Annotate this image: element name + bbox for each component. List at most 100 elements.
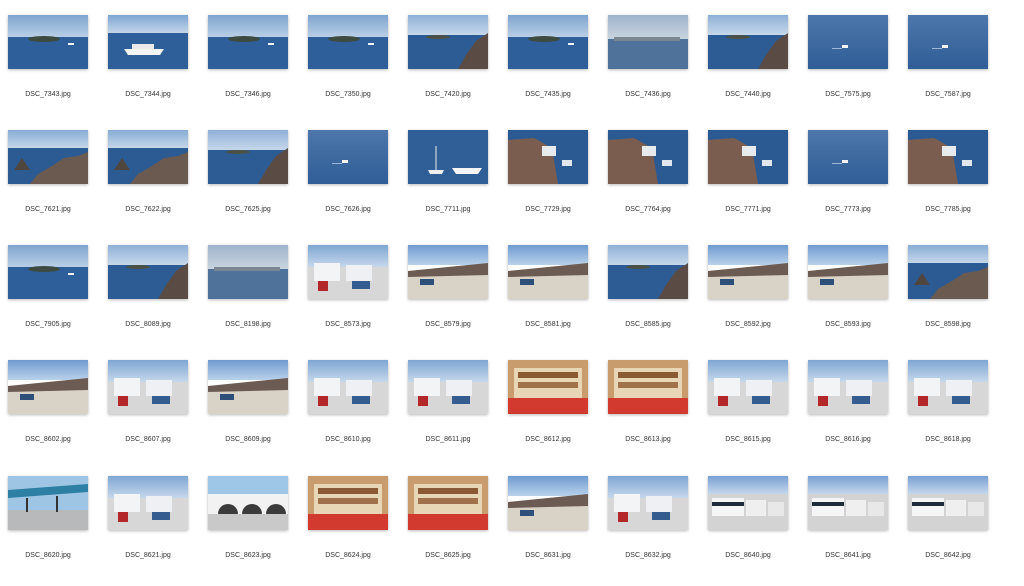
file-item[interactable]: DSC_7440.jpg: [700, 15, 800, 125]
thumbnail-image[interactable]: [908, 476, 988, 530]
thumbnail-image[interactable]: [308, 360, 388, 414]
thumbnail-image[interactable]: [308, 245, 388, 299]
file-item[interactable]: DSC_8618.jpg: [900, 360, 1000, 470]
thumbnail-image[interactable]: [808, 130, 888, 184]
file-name[interactable]: DSC_7771.jpg: [700, 206, 796, 213]
file-name[interactable]: DSC_8612.jpg: [500, 436, 596, 443]
file-item[interactable]: DSC_7343.jpg: [0, 15, 100, 125]
thumbnail-image[interactable]: [808, 15, 888, 69]
file-name[interactable]: DSC_7587.jpg: [900, 91, 996, 98]
file-item[interactable]: DSC_8631.jpg: [500, 476, 600, 586]
thumbnail-image[interactable]: [108, 130, 188, 184]
file-item[interactable]: DSC_7621.jpg: [0, 130, 100, 240]
file-name[interactable]: DSC_7625.jpg: [200, 206, 296, 213]
thumbnail-image[interactable]: [608, 15, 688, 69]
file-item[interactable]: DSC_7420.jpg: [400, 15, 500, 125]
file-name[interactable]: DSC_7729.jpg: [500, 206, 596, 213]
file-item[interactable]: DSC_8573.jpg: [300, 245, 400, 355]
thumbnail-image[interactable]: [8, 130, 88, 184]
file-name[interactable]: DSC_7435.jpg: [500, 91, 596, 98]
file-name[interactable]: DSC_8198.jpg: [200, 321, 296, 328]
file-name[interactable]: DSC_8624.jpg: [300, 552, 396, 559]
thumbnail-image[interactable]: [108, 476, 188, 530]
file-name[interactable]: DSC_8641.jpg: [800, 552, 896, 559]
file-name[interactable]: DSC_7343.jpg: [0, 91, 96, 98]
file-item[interactable]: DSC_8624.jpg: [300, 476, 400, 586]
file-name[interactable]: DSC_7575.jpg: [800, 91, 896, 98]
thumbnail-image[interactable]: [808, 476, 888, 530]
thumbnail-image[interactable]: [308, 476, 388, 530]
file-item[interactable]: DSC_7626.jpg: [300, 130, 400, 240]
file-item[interactable]: DSC_8640.jpg: [700, 476, 800, 586]
thumbnail-image[interactable]: [508, 476, 588, 530]
file-item[interactable]: DSC_8598.jpg: [900, 245, 1000, 355]
file-name[interactable]: DSC_8609.jpg: [200, 436, 296, 443]
file-name[interactable]: DSC_8581.jpg: [500, 321, 596, 328]
thumbnail-image[interactable]: [808, 245, 888, 299]
thumbnail-image[interactable]: [208, 476, 288, 530]
thumbnail-image[interactable]: [208, 245, 288, 299]
file-name[interactable]: DSC_7344.jpg: [100, 91, 196, 98]
file-name[interactable]: DSC_8632.jpg: [600, 552, 696, 559]
file-item[interactable]: DSC_7729.jpg: [500, 130, 600, 240]
file-name[interactable]: DSC_8613.jpg: [600, 436, 696, 443]
file-name[interactable]: DSC_8615.jpg: [700, 436, 796, 443]
file-name[interactable]: DSC_7436.jpg: [600, 91, 696, 98]
file-item[interactable]: DSC_8623.jpg: [200, 476, 300, 586]
file-item[interactable]: DSC_7622.jpg: [100, 130, 200, 240]
thumbnail-image[interactable]: [908, 130, 988, 184]
file-item[interactable]: DSC_8610.jpg: [300, 360, 400, 470]
thumbnail-image[interactable]: [508, 130, 588, 184]
thumbnail-image[interactable]: [808, 360, 888, 414]
file-item[interactable]: DSC_8613.jpg: [600, 360, 700, 470]
file-item[interactable]: DSC_7350.jpg: [300, 15, 400, 125]
file-name[interactable]: DSC_7626.jpg: [300, 206, 396, 213]
file-item[interactable]: DSC_7346.jpg: [200, 15, 300, 125]
file-name[interactable]: DSC_8610.jpg: [300, 436, 396, 443]
thumbnail-image[interactable]: [708, 130, 788, 184]
file-item[interactable]: DSC_8602.jpg: [0, 360, 100, 470]
thumbnail-image[interactable]: [508, 15, 588, 69]
file-item[interactable]: DSC_8592.jpg: [700, 245, 800, 355]
file-name[interactable]: DSC_8625.jpg: [400, 552, 496, 559]
thumbnail-image[interactable]: [908, 360, 988, 414]
thumbnail-image[interactable]: [408, 245, 488, 299]
file-name[interactable]: DSC_8618.jpg: [900, 436, 996, 443]
thumbnail-image[interactable]: [608, 360, 688, 414]
file-name[interactable]: DSC_8623.jpg: [200, 552, 296, 559]
file-item[interactable]: DSC_7773.jpg: [800, 130, 900, 240]
file-name[interactable]: DSC_7621.jpg: [0, 206, 96, 213]
file-name[interactable]: DSC_8611.jpg: [400, 436, 496, 443]
thumbnail-image[interactable]: [708, 476, 788, 530]
file-name[interactable]: DSC_7764.jpg: [600, 206, 696, 213]
thumbnail-image[interactable]: [108, 360, 188, 414]
file-name[interactable]: DSC_7785.jpg: [900, 206, 996, 213]
file-name[interactable]: DSC_7622.jpg: [100, 206, 196, 213]
thumbnail-image[interactable]: [708, 15, 788, 69]
file-item[interactable]: DSC_8642.jpg: [900, 476, 1000, 586]
thumbnail-image[interactable]: [408, 130, 488, 184]
file-name[interactable]: DSC_7440.jpg: [700, 91, 796, 98]
file-item[interactable]: DSC_7785.jpg: [900, 130, 1000, 240]
thumbnail-image[interactable]: [408, 476, 488, 530]
file-item[interactable]: DSC_7344.jpg: [100, 15, 200, 125]
file-item[interactable]: DSC_7625.jpg: [200, 130, 300, 240]
file-name[interactable]: DSC_8607.jpg: [100, 436, 196, 443]
file-name[interactable]: DSC_8585.jpg: [600, 321, 696, 328]
file-item[interactable]: DSC_8579.jpg: [400, 245, 500, 355]
file-name[interactable]: DSC_7420.jpg: [400, 91, 496, 98]
thumbnail-image[interactable]: [508, 360, 588, 414]
file-name[interactable]: DSC_8621.jpg: [100, 552, 196, 559]
file-item[interactable]: DSC_8581.jpg: [500, 245, 600, 355]
file-name[interactable]: DSC_8573.jpg: [300, 321, 396, 328]
file-item[interactable]: DSC_8615.jpg: [700, 360, 800, 470]
file-name[interactable]: DSC_8642.jpg: [900, 552, 996, 559]
file-name[interactable]: DSC_8631.jpg: [500, 552, 596, 559]
thumbnail-image[interactable]: [208, 130, 288, 184]
file-item[interactable]: DSC_7711.jpg: [400, 130, 500, 240]
file-item[interactable]: DSC_8620.jpg: [0, 476, 100, 586]
file-item[interactable]: DSC_8593.jpg: [800, 245, 900, 355]
file-item[interactable]: DSC_8612.jpg: [500, 360, 600, 470]
thumbnail-image[interactable]: [908, 245, 988, 299]
file-item[interactable]: DSC_8632.jpg: [600, 476, 700, 586]
